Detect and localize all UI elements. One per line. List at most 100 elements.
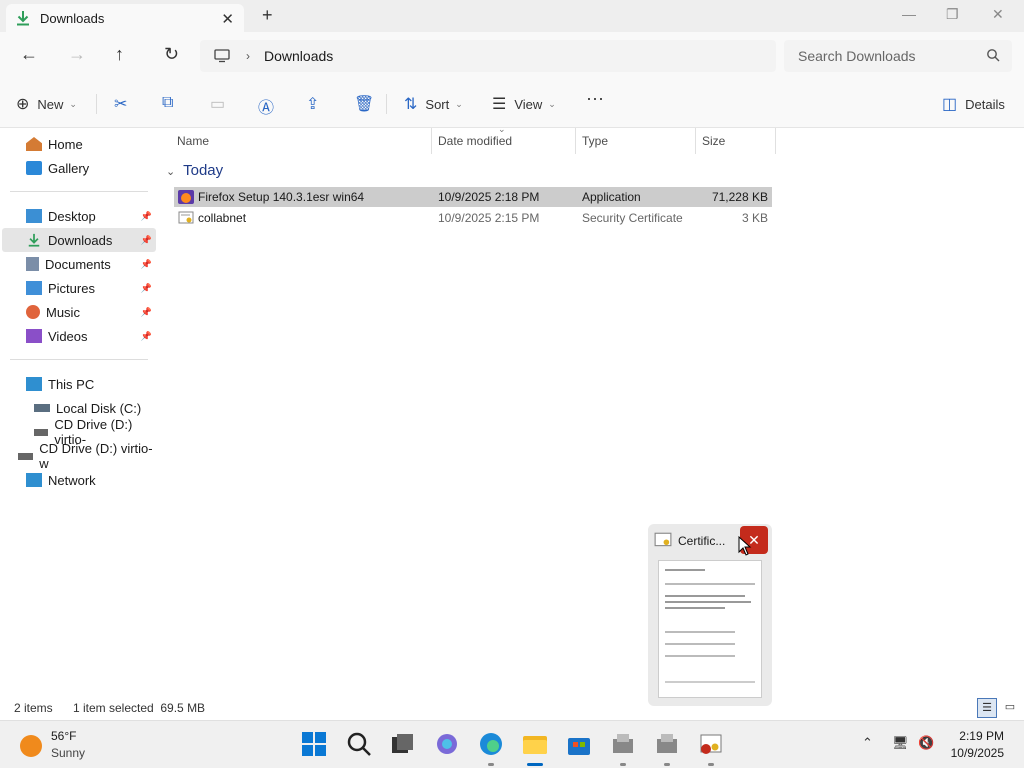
sidebar-item-videos[interactable]: Videos 📌: [2, 324, 156, 348]
address-bar[interactable]: › Downloads: [200, 40, 776, 72]
breadcrumb-downloads[interactable]: Downloads: [264, 48, 333, 64]
task-view-icon[interactable]: [389, 731, 415, 757]
column-header-size[interactable]: Size: [702, 128, 725, 154]
sun-icon[interactable]: [20, 735, 42, 757]
sidebar-item-label: CD Drive (D:) virtio-w: [39, 441, 153, 471]
search-icon[interactable]: [346, 731, 372, 757]
start-windows-icon[interactable]: [301, 731, 327, 757]
installer-app-icon[interactable]: [654, 731, 680, 757]
sort-button-label: Sort: [425, 96, 450, 112]
details-button[interactable]: ◫ Details: [942, 94, 1005, 114]
pictures-icon: [26, 281, 42, 295]
sidebar-item-this-pc[interactable]: This PC: [2, 372, 156, 396]
sidebar-item-label: Videos: [48, 328, 88, 344]
sidebar-item-pictures[interactable]: Pictures 📌: [2, 276, 156, 300]
up-arrow-icon[interactable]: ↑: [115, 44, 124, 65]
sidebar-item-downloads[interactable]: Downloads 📌: [2, 228, 156, 252]
running-indicator: [488, 763, 494, 766]
divider: [431, 128, 432, 154]
refresh-icon[interactable]: ↻: [164, 44, 179, 65]
file-explorer-icon[interactable]: [522, 731, 548, 757]
sidebar-item-label: This PC: [48, 376, 95, 392]
sidebar-item-cd-drive-root[interactable]: CD Drive (D:) virtio-w: [2, 441, 156, 471]
gallery-icon: [26, 161, 42, 175]
new-button-label: New: [37, 96, 64, 112]
taskbar-thumbnail[interactable]: Certific... ✕: [648, 524, 772, 706]
tiles-view-toggle[interactable]: ▭: [1000, 698, 1020, 718]
running-indicator: [708, 763, 714, 766]
paste-button[interactable]: ▭: [210, 94, 233, 114]
sort-button[interactable]: ⇅ Sort ⌄: [404, 94, 463, 114]
details-view-toggle[interactable]: ☰: [977, 698, 997, 718]
more-options-button[interactable]: ···: [586, 88, 604, 109]
active-indicator: [527, 763, 543, 766]
group-header-today[interactable]: ⌄ Today: [166, 162, 223, 179]
column-header-type[interactable]: Type: [582, 128, 608, 154]
sidebar-item-label: Local Disk (C:): [56, 400, 142, 416]
divider: [96, 94, 97, 114]
certificate-app-icon[interactable]: [698, 731, 724, 757]
divider: [386, 94, 387, 114]
sidebar-item-music[interactable]: Music 📌: [2, 300, 156, 324]
tab-title: Downloads: [40, 10, 105, 26]
sidebar-item-documents[interactable]: Documents 📌: [2, 252, 156, 276]
cut-button[interactable]: ✂: [114, 94, 135, 114]
sidebar-item-desktop[interactable]: Desktop 📌: [2, 204, 156, 228]
certificate-icon: [654, 532, 672, 547]
navigation-pane: Home Gallery Desktop 📌 Downloads 📌 Docum…: [0, 128, 160, 694]
weather-temp[interactable]: 56°F: [51, 729, 76, 743]
forward-arrow-icon[interactable]: →: [68, 44, 86, 65]
copilot-icon[interactable]: [434, 731, 460, 757]
table-row[interactable]: collabnet 10/9/2025 2:15 PM Security Cer…: [174, 208, 772, 228]
clock-date[interactable]: 10/9/2025: [951, 746, 1004, 760]
delete-button[interactable]: 🗑: [354, 94, 382, 114]
maximize-icon[interactable]: ❐: [946, 6, 959, 23]
sidebar-item-gallery[interactable]: Gallery: [2, 156, 156, 180]
file-type: Security Certificate: [582, 211, 683, 225]
certificate-icon: [178, 211, 194, 224]
file-name: collabnet: [198, 211, 247, 225]
group-label: Today: [183, 162, 224, 179]
minimize-icon[interactable]: —: [902, 6, 916, 22]
share-icon: ⇪: [306, 96, 320, 113]
chevron-down-icon: ⌄: [455, 98, 463, 109]
scissors-icon: ✂: [114, 96, 128, 113]
sidebar-item-home[interactable]: Home: [2, 132, 156, 156]
cd-drive-icon: [18, 452, 34, 460]
volume-muted-icon[interactable]: 🔇: [918, 735, 934, 751]
network-status-icon[interactable]: 🖥: [892, 735, 909, 751]
share-button[interactable]: ⇪: [306, 94, 327, 114]
search-input[interactable]: Search Downloads: [784, 40, 1012, 72]
back-arrow-icon[interactable]: ←: [20, 44, 38, 65]
sort-indicator-icon: ⌄: [498, 124, 506, 134]
rename-icon: Ⓐ: [258, 100, 275, 117]
new-tab-button[interactable]: +: [262, 5, 273, 26]
home-icon: [26, 137, 42, 151]
microsoft-store-icon[interactable]: [566, 731, 592, 757]
sidebar-item-network[interactable]: Network: [2, 468, 156, 492]
thumbnail-preview: [658, 560, 762, 698]
thumbnail-title: Certific...: [678, 534, 726, 548]
clipboard-icon: ▭: [210, 96, 226, 113]
table-row[interactable]: Firefox Setup 140.3.1esr win64 10/9/2025…: [174, 187, 772, 207]
sidebar-item-label: Network: [48, 472, 96, 488]
network-icon: [26, 473, 42, 487]
taskbar: 56°F Sunny ⌃ 🖥 🔇 2:19 PM 10/9/2025: [0, 720, 1024, 768]
clock-time[interactable]: 2:19 PM: [959, 729, 1004, 743]
download-icon: [17, 11, 29, 26]
close-tab-icon[interactable]: ✕: [221, 10, 234, 28]
edge-browser-icon[interactable]: [478, 731, 504, 757]
copy-button[interactable]: ⧉: [162, 94, 181, 112]
copy-icon: ⧉: [162, 94, 174, 111]
monitor-icon: [214, 49, 230, 63]
trash-icon: 🗑: [354, 96, 375, 113]
tab-downloads[interactable]: Downloads ✕: [6, 4, 244, 32]
column-header-name[interactable]: Name: [177, 128, 209, 154]
rename-button[interactable]: Ⓐ: [258, 94, 282, 118]
weather-condition[interactable]: Sunny: [51, 746, 85, 760]
installer-app-icon[interactable]: [610, 731, 636, 757]
chevron-up-icon[interactable]: ⌃: [862, 735, 873, 751]
view-button[interactable]: ☰ View ⌄: [492, 94, 556, 114]
new-button[interactable]: ⊕ New ⌄: [16, 94, 77, 114]
close-window-icon[interactable]: ✕: [992, 6, 1004, 23]
